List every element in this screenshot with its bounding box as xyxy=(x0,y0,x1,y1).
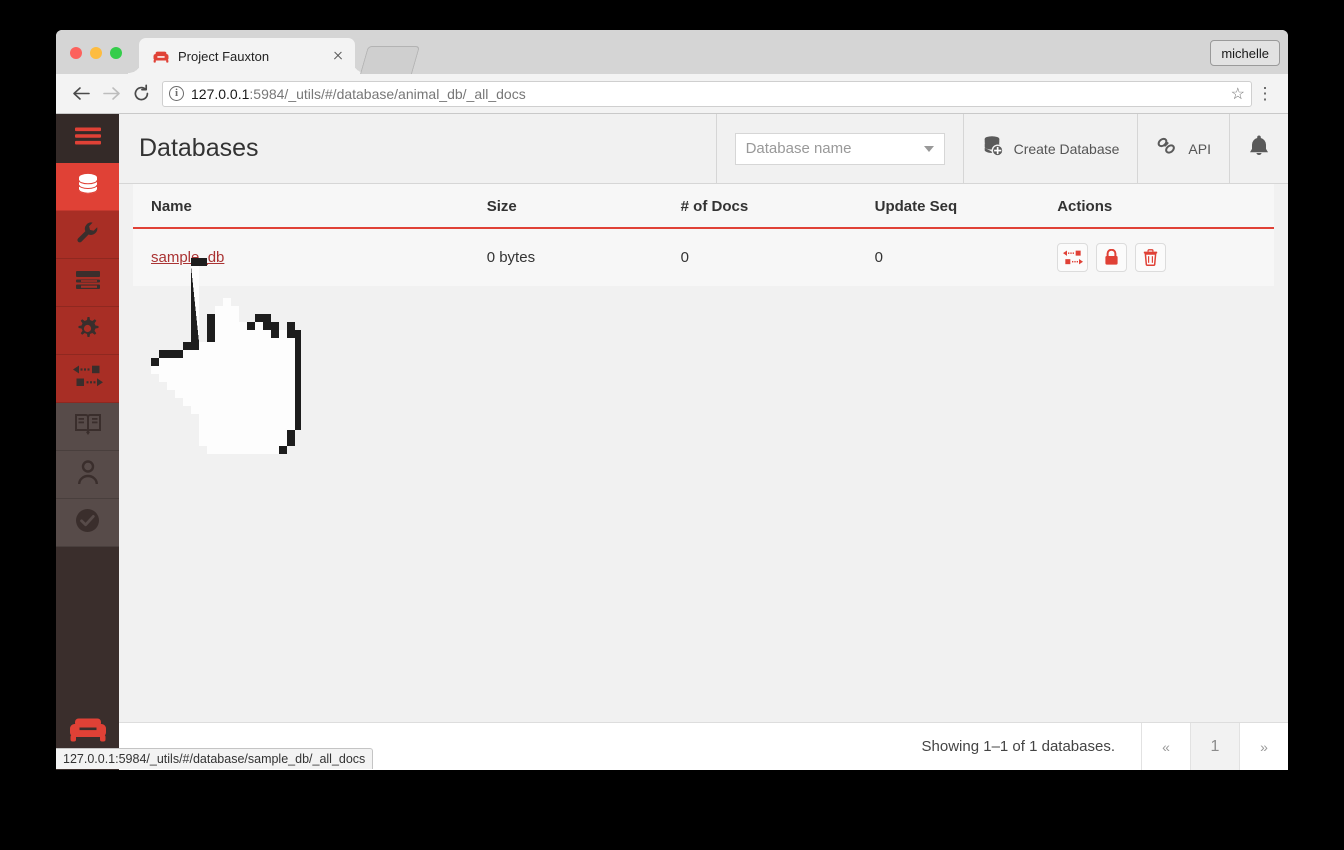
maximize-window-button[interactable] xyxy=(110,47,122,59)
sidebar-item-documentation[interactable] xyxy=(56,403,119,451)
cell-docs: 0 xyxy=(680,249,690,266)
browser-tab-title: Project Fauxton xyxy=(178,48,270,64)
arrow-right-icon xyxy=(96,79,126,109)
minimize-window-button[interactable] xyxy=(90,47,102,59)
database-link[interactable]: sample_db xyxy=(151,249,224,266)
wrench-icon xyxy=(75,220,100,250)
cell-name: sample_db xyxy=(133,228,487,286)
databases-table-card: Name Size # of Docs Update Seq Actions s… xyxy=(119,184,1288,722)
api-label: API xyxy=(1188,140,1211,157)
database-search-group: Database name xyxy=(715,113,963,184)
pagination-first-button[interactable]: « xyxy=(1141,722,1190,770)
address-bar-url: 127.0.0.1:5984/_utils/#/database/animal_… xyxy=(191,86,526,102)
sidebar-item-active-tasks[interactable] xyxy=(56,259,119,307)
permissions-button[interactable] xyxy=(1096,243,1128,272)
replicate-button[interactable] xyxy=(1057,243,1089,272)
sidebar-item-databases[interactable] xyxy=(56,163,119,211)
reload-icon[interactable] xyxy=(126,79,156,109)
link-chain-icon xyxy=(1156,136,1178,161)
table-header-row: Name Size # of Docs Update Seq Actions xyxy=(133,184,1274,229)
url-host: 127.0.0.1 xyxy=(191,85,250,102)
sidebar-item-replication[interactable] xyxy=(56,355,119,403)
delete-button[interactable] xyxy=(1135,243,1167,272)
fauxton-app: Logout Databases Database name xyxy=(56,113,1288,770)
create-database-button[interactable]: Create Database xyxy=(962,113,1138,184)
kebab-menu-icon[interactable]: ⋮ xyxy=(1252,85,1278,102)
sidebar-item-setup[interactable] xyxy=(56,211,119,259)
address-bar[interactable]: i 127.0.0.1:5984/_utils/#/database/anima… xyxy=(162,80,1252,107)
column-header-update-seq: Update Seq xyxy=(874,184,1058,229)
database-icon xyxy=(75,171,101,202)
browser-tab[interactable]: Project Fauxton xyxy=(128,38,366,74)
couch-logo-icon xyxy=(69,715,107,748)
cell-update-seq: 0 xyxy=(874,249,883,266)
showing-count-text: Showing 1–1 of 1 databases. xyxy=(921,738,1115,755)
page-title: Databases xyxy=(139,134,259,162)
notifications-button[interactable] xyxy=(1229,113,1288,184)
check-circle-icon xyxy=(75,508,100,538)
browser-toolbar: i 127.0.0.1:5984/_utils/#/database/anima… xyxy=(56,74,1288,114)
window-controls xyxy=(70,47,122,59)
column-header-size: Size xyxy=(486,184,681,229)
sidebar-item-hamburger-menu[interactable] xyxy=(56,114,119,163)
user-icon xyxy=(77,459,99,490)
gear-icon xyxy=(75,316,100,346)
sidebar-item-configuration[interactable] xyxy=(56,307,119,355)
replicate-icon xyxy=(72,365,103,392)
cell-actions xyxy=(1057,228,1274,286)
sidebar-item-users[interactable] xyxy=(56,451,119,499)
page-header: Databases Database name Create Database … xyxy=(119,113,1288,184)
database-plus-icon xyxy=(982,135,1004,162)
chevron-down-icon[interactable] xyxy=(923,145,934,152)
new-tab-button[interactable] xyxy=(359,46,421,74)
pagination-page-1[interactable]: 1 xyxy=(1190,722,1239,770)
pagination-next-button[interactable]: » xyxy=(1239,722,1288,770)
sidebar: Logout xyxy=(56,114,119,770)
arrow-left-icon[interactable] xyxy=(66,79,96,109)
close-icon[interactable] xyxy=(329,47,347,65)
url-path: :5984/_utils/#/database/animal_db/_all_d… xyxy=(249,85,526,102)
sidebar-item-verify[interactable] xyxy=(56,499,119,547)
create-database-label: Create Database xyxy=(1013,140,1120,157)
table-empty-space xyxy=(119,286,1288,722)
book-icon xyxy=(74,413,101,441)
cell-size: 0 bytes xyxy=(486,249,536,266)
search-input[interactable]: Database name xyxy=(734,132,945,165)
column-header-docs: # of Docs xyxy=(680,184,875,229)
browser-tab-strip: Project Fauxton michelle xyxy=(56,30,1288,74)
api-button[interactable]: API xyxy=(1137,113,1229,184)
bell-icon xyxy=(1248,134,1270,163)
column-header-name: Name xyxy=(133,184,487,229)
table-row: sample_db 0 bytes 0 0 xyxy=(133,228,1274,286)
sidebar-spacer xyxy=(56,547,119,715)
browser-window: Project Fauxton michelle i 127.0.0.1:598… xyxy=(56,30,1288,770)
star-icon[interactable]: ☆ xyxy=(1231,84,1245,104)
databases-table: Name Size # of Docs Update Seq Actions s… xyxy=(133,184,1274,286)
close-window-button[interactable] xyxy=(70,47,82,59)
tasks-icon xyxy=(75,270,101,295)
couch-icon xyxy=(153,50,169,63)
profile-chip[interactable]: michelle xyxy=(1210,40,1280,66)
browser-status-bar: 127.0.0.1:5984/_utils/#/database/sample_… xyxy=(56,748,374,769)
column-header-actions: Actions xyxy=(1057,184,1274,229)
hamburger-icon xyxy=(74,126,102,151)
info-circle-icon[interactable]: i xyxy=(169,86,184,101)
search-input-placeholder: Database name xyxy=(745,140,852,157)
main-content: Databases Database name Create Database … xyxy=(119,113,1288,770)
